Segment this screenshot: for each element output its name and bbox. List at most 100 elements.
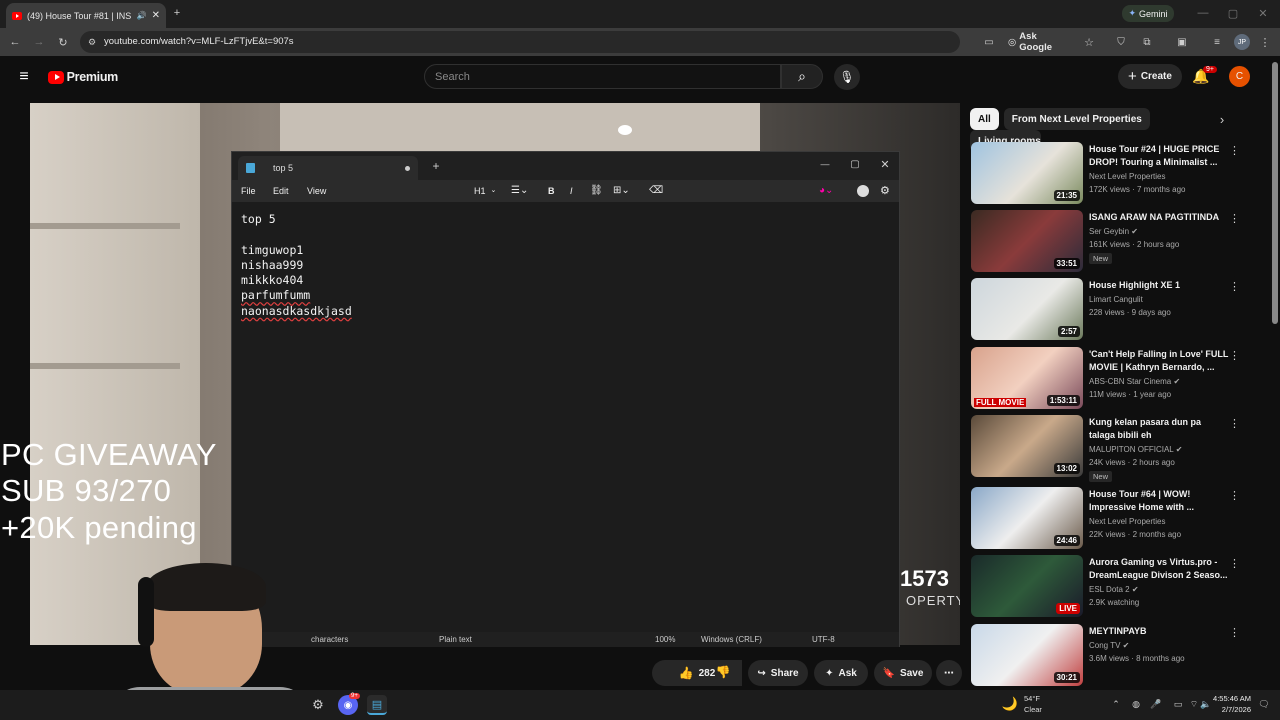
new-tab-icon[interactable]: +: [170, 6, 184, 20]
forward-icon[interactable]: →: [32, 35, 46, 49]
chip-from-channel[interactable]: From Next Level Properties: [1003, 108, 1150, 130]
tray-monitor-icon[interactable]: ▭: [1172, 698, 1184, 710]
account-avatar[interactable]: C: [1229, 66, 1250, 87]
menu-file[interactable]: File: [241, 186, 256, 196]
thumbnail: 33:51: [971, 210, 1083, 272]
tray-network-icon[interactable]: ◍: [1130, 698, 1142, 710]
more-options-icon[interactable]: ⋮: [1229, 349, 1240, 362]
more-options-icon[interactable]: ⋮: [1229, 144, 1240, 157]
hamburger-menu-icon[interactable]: ≡: [14, 68, 34, 86]
ask-google-button[interactable]: ◎ Ask Google: [1008, 31, 1070, 53]
heading-dropdown[interactable]: H1 ⌄: [474, 186, 496, 196]
notepad-new-tab-icon[interactable]: +: [430, 159, 442, 173]
minimize-icon[interactable]: —: [1196, 6, 1210, 20]
italic-icon[interactable]: I: [570, 186, 573, 196]
cast-icon[interactable]: ▭: [982, 35, 996, 49]
tray-chevron-icon[interactable]: ⌃: [1110, 698, 1122, 710]
heading-label: H1: [474, 186, 486, 196]
search-icon[interactable]: ⌕: [781, 64, 823, 89]
weather-temp: 54°F: [1024, 694, 1040, 703]
recommendation-item[interactable]: 30:21 MEYTINPAYB Cong TV ✔ 3.6M views · …: [971, 624, 1261, 688]
recommendation-item[interactable]: 33:51 ISANG ARAW NA PAGTITINDA Ser Geybi…: [971, 210, 1261, 274]
taskbar-settings-icon[interactable]: ⚙: [308, 695, 328, 715]
share-button[interactable]: ↪ Share: [748, 660, 808, 686]
weather-moon-icon[interactable]: 🌙: [1002, 696, 1018, 712]
clear-format-icon[interactable]: ⌫: [649, 185, 663, 196]
gemini-label: Gemini: [1139, 8, 1168, 19]
notepad-maximize-icon[interactable]: ▢: [849, 157, 861, 171]
thumbs-down-icon[interactable]: 👎: [716, 665, 731, 679]
youtube-logo[interactable]: Premium: [48, 68, 118, 86]
taskbar-notepad-icon[interactable]: ▤: [367, 695, 387, 715]
close-window-icon[interactable]: ✕: [1256, 6, 1270, 20]
recommendation-item[interactable]: LIVE Aurora Gaming vs Virtus.pro - Dream…: [971, 555, 1261, 619]
create-button[interactable]: + Create: [1118, 64, 1182, 89]
status-encoding: UTF-8: [812, 635, 835, 644]
more-options-icon[interactable]: ⋮: [1229, 417, 1240, 430]
bold-icon[interactable]: B: [548, 186, 555, 196]
giveaway-line-1: PC GIVEAWAY: [1, 437, 217, 472]
ask-button[interactable]: ✦ Ask: [814, 660, 868, 686]
recommendation-item[interactable]: 2:57 House Highlight XE 1 Limart Canguli…: [971, 278, 1261, 342]
create-label: Create: [1140, 71, 1172, 82]
more-options-icon[interactable]: ⋮: [1229, 557, 1240, 570]
extensions-icon[interactable]: ⧉: [1140, 35, 1154, 49]
search-input[interactable]: Search: [424, 64, 781, 89]
more-options-icon[interactable]: ⋮: [1229, 489, 1240, 502]
recommendation-item[interactable]: FULL MOVIE 1:53:11 'Can't Help Falling i…: [971, 347, 1261, 411]
site-info-icon[interactable]: ⚙: [86, 35, 98, 49]
maximize-icon[interactable]: ▢: [1226, 6, 1240, 20]
account-icon[interactable]: [857, 185, 869, 197]
browser-menu-icon[interactable]: ⋮: [1260, 35, 1271, 49]
clock-date[interactable]: 2/7/2026: [1211, 705, 1251, 714]
shield-icon[interactable]: ⛉: [1114, 35, 1128, 49]
notepad-close-icon[interactable]: ✕: [879, 157, 891, 171]
save-button[interactable]: 🔖 Save: [874, 660, 932, 686]
unsaved-dot-icon[interactable]: [405, 165, 410, 171]
tab-search-icon[interactable]: ▣: [1175, 35, 1189, 49]
settings-gear-icon[interactable]: ⚙: [880, 184, 890, 197]
browser-tab[interactable]: (49) House Tour #81 | INSID 🔊 ✕: [6, 3, 166, 28]
media-icon[interactable]: ≡: [1210, 35, 1224, 49]
tray-wifi-icon[interactable]: ⌔: [1188, 698, 1200, 710]
status-characters: characters: [311, 635, 349, 644]
menu-view[interactable]: View: [307, 186, 326, 196]
notification-center-icon[interactable]: 🗨: [1258, 698, 1270, 710]
copilot-icon[interactable]: ◕⌄: [819, 185, 833, 196]
menu-edit[interactable]: Edit: [273, 186, 289, 196]
duration-badge: 33:51: [1053, 258, 1080, 269]
more-options-icon[interactable]: ⋮: [1229, 212, 1240, 225]
chip-all[interactable]: All: [970, 108, 999, 130]
notepad-minimize-icon[interactable]: —: [819, 157, 831, 171]
new-badge: New: [1089, 471, 1113, 482]
recommendation-item[interactable]: 21:35 House Tour #24 | HUGE PRICE DROP! …: [971, 142, 1261, 206]
notepad-text-area[interactable]: top 5 timguwop1 nishaa999 mikkko404 parf…: [232, 202, 899, 632]
bookmark-star-icon[interactable]: ☆: [1082, 35, 1096, 49]
more-actions-button[interactable]: ⋯: [936, 660, 962, 686]
view-meta: 161K views · 2 hours ago: [1089, 240, 1180, 249]
speaker-icon[interactable]: 🔊: [137, 11, 147, 20]
page-scrollbar[interactable]: [1272, 62, 1278, 324]
more-options-icon[interactable]: ⋮: [1229, 626, 1240, 639]
video-title: MEYTINPAYB: [1089, 626, 1147, 636]
tab-close-icon[interactable]: ✕: [152, 10, 160, 21]
back-icon[interactable]: ←: [8, 35, 22, 49]
notepad-tab[interactable]: top 5: [238, 156, 418, 180]
profile-avatar[interactable]: JP: [1234, 34, 1250, 50]
url-text: youtube.com/watch?v=MLF-LzFTjvE&t=907s: [104, 36, 294, 47]
microphone-icon[interactable]: 🎙: [834, 64, 860, 90]
recommendation-item[interactable]: 13:02 Kung kelan pasara dun pa talaga bi…: [971, 415, 1261, 482]
recommendation-item[interactable]: 24:46 House Tour #64 | WOW! Impressive H…: [971, 487, 1261, 551]
shelf-board: [30, 223, 180, 229]
link-icon[interactable]: ⛓: [590, 185, 603, 196]
list-icon[interactable]: ☰⌄: [511, 185, 528, 196]
tray-mic-icon[interactable]: 🎤: [1150, 698, 1162, 710]
view-meta: 172K views · 7 months ago: [1089, 185, 1186, 194]
text-line: mikkko404: [241, 273, 304, 288]
table-icon[interactable]: ⊞⌄: [613, 185, 630, 196]
reload-icon[interactable]: ↻: [56, 35, 70, 49]
gemini-button[interactable]: ✦ Gemini: [1122, 5, 1174, 22]
chips-next-chevron-icon[interactable]: ›: [1215, 112, 1229, 127]
clock-time[interactable]: 4:55:46 AM: [1211, 694, 1251, 703]
more-options-icon[interactable]: ⋮: [1229, 280, 1240, 293]
